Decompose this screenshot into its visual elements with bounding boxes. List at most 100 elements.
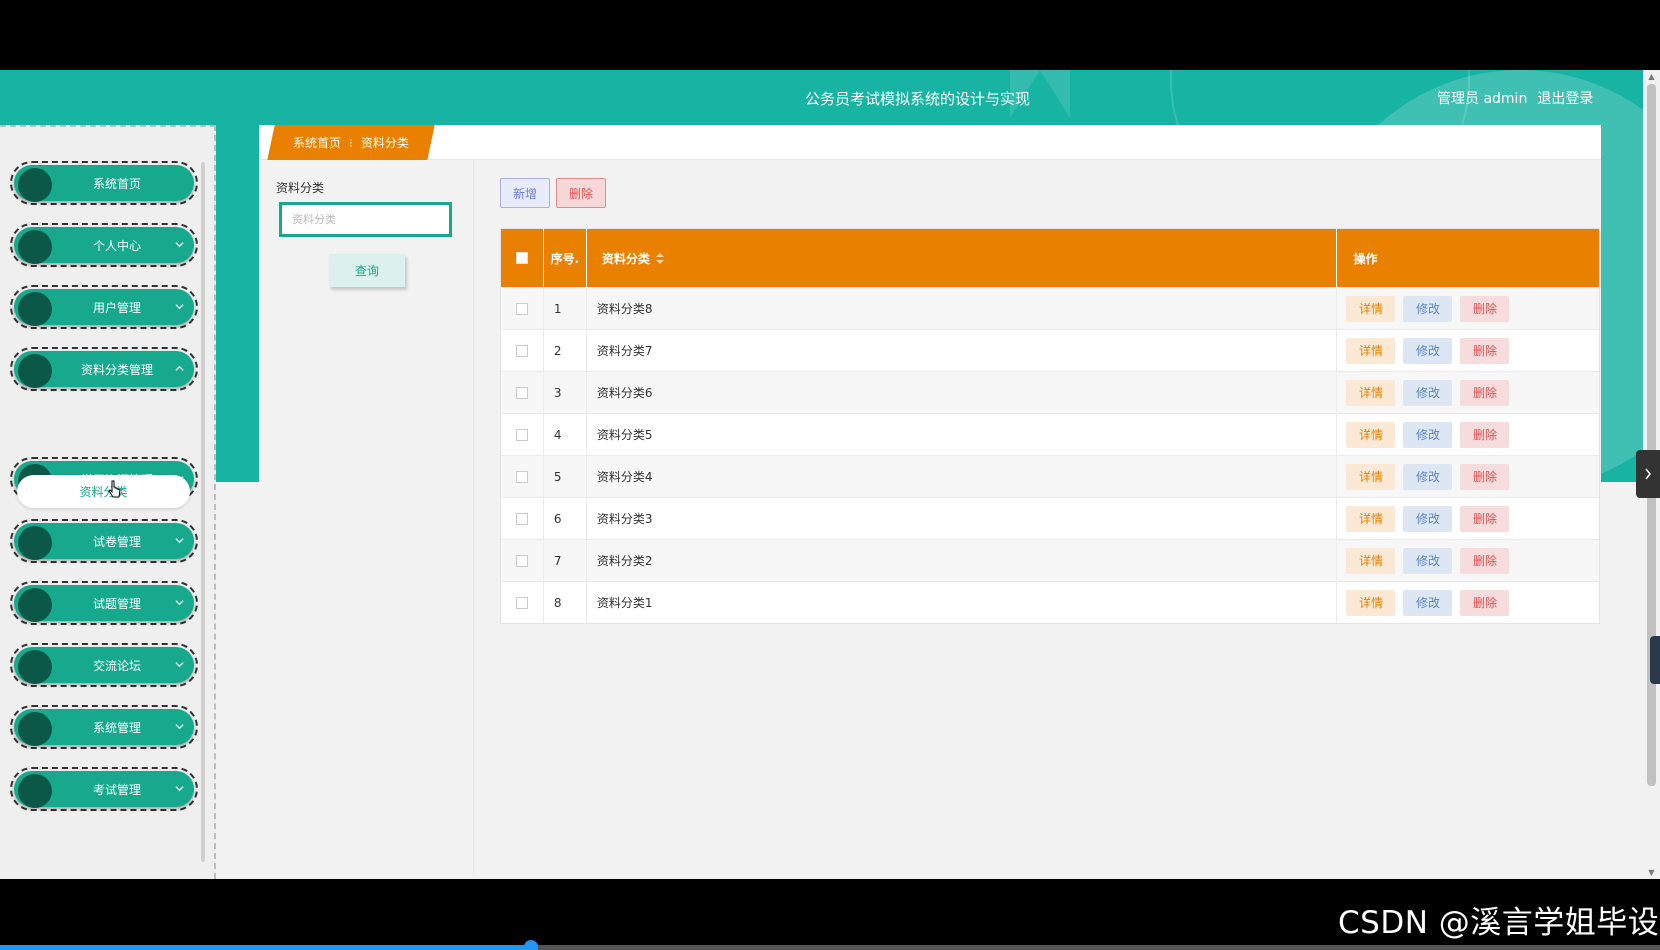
row-index: 7 [544,540,587,581]
detail-button[interactable]: 详情 [1346,589,1396,616]
search-label: 资料分类 [276,181,325,195]
query-button[interactable]: 查询 [329,254,405,287]
edit-button[interactable]: 修改 [1403,337,1453,364]
edit-button[interactable]: 修改 [1403,589,1453,616]
row-index: 6 [544,498,587,539]
sidebar-item-label: 试卷管理 [92,534,141,549]
sidebar-item-body: 个人中心 [14,227,194,264]
add-button[interactable]: 新增 [500,178,550,208]
logout-link[interactable]: 退出登录 [1537,88,1593,108]
breadcrumb-separator: ⁝ [349,135,353,150]
menu-dot-icon [18,292,52,326]
delete-button[interactable]: 删除 [1460,295,1510,322]
submenu-item-material-category[interactable]: 资料分类 [17,475,190,508]
chevron-down-icon [175,724,184,730]
menu-dot-icon [18,230,52,264]
detail-button[interactable]: 详情 [1346,463,1396,490]
row-name: 资料分类4 [587,456,1338,497]
edit-button[interactable]: 修改 [1403,295,1453,322]
sidebar-item-body: 交流论坛 [14,647,194,684]
edit-button[interactable]: 修改 [1403,547,1453,574]
row-name: 资料分类8 [587,288,1338,329]
row-checkbox[interactable] [515,554,528,567]
sidebar-item-2[interactable]: 用户管理 [10,285,198,329]
video-progress-knob[interactable] [524,940,539,950]
scroll-up-icon[interactable]: ▲ [1647,72,1656,81]
row-name: 资料分类5 [587,414,1338,455]
sidebar-item-9[interactable]: 考试管理 [10,767,198,811]
sidebar-item-label: 资料分类管理 [80,362,153,377]
menu-dot-icon [18,774,52,808]
breadcrumb-bar: 系统首页 ⁝ 资料分类 [259,125,1601,160]
delete-button[interactable]: 删除 [1460,589,1510,616]
sidebar-item-3[interactable]: 资料分类管理 [10,347,198,391]
row-checkbox[interactable] [515,596,528,609]
header-index: 序号. [544,229,587,287]
row-actions: 详情 修改 删除 [1337,498,1599,539]
row-checkbox[interactable] [515,512,528,525]
user-info: 管理员 admin 退出登录 [1437,88,1593,108]
table-row: 8 资料分类1 详情 修改 删除 [501,581,1599,623]
row-index: 8 [544,582,587,623]
batch-delete-button[interactable]: 删除 [556,178,606,208]
delete-button[interactable]: 删除 [1460,505,1510,532]
detail-button[interactable]: 详情 [1346,337,1396,364]
menu-dot-icon [18,168,52,202]
edit-button[interactable]: 修改 [1403,505,1453,532]
sidebar-item-0[interactable]: 系统首页 [10,161,198,205]
row-checkbox[interactable] [515,428,528,441]
chevron-right-icon [1645,468,1651,480]
detail-button[interactable]: 详情 [1346,379,1396,406]
main-panel: 系统首页 ⁝ 资料分类 资料分类 查询 新增 删除 [259,125,1601,879]
sidebar-item-6[interactable]: 试题管理 [10,581,198,625]
edit-button[interactable]: 修改 [1403,463,1453,490]
detail-button[interactable]: 详情 [1346,505,1396,532]
detail-button[interactable]: 详情 [1346,421,1396,448]
row-checkbox[interactable] [515,302,528,315]
header-name-label: 资料分类 [601,251,650,266]
sidebar-item-8[interactable]: 系统管理 [10,705,198,749]
table-row: 2 资料分类7 详情 修改 删除 [501,329,1599,371]
row-index: 3 [544,372,587,413]
scroll-down-icon[interactable]: ▼ [1647,868,1656,877]
select-all-checkbox[interactable] [515,252,528,264]
floating-side-handle[interactable] [1650,636,1660,684]
watermark: CSDN @溪言学姐毕设 [1338,905,1660,941]
floating-panel-toggle[interactable] [1636,450,1660,498]
table-row: 3 资料分类6 详情 修改 删除 [501,371,1599,413]
row-actions: 详情 修改 删除 [1337,540,1599,581]
delete-button[interactable]: 删除 [1460,379,1510,406]
content-area: 新增 删除 序号. 资料分类 操作 1 资料分类8 详情 修改 删除 2 资料分… [474,160,1601,879]
detail-button[interactable]: 详情 [1346,547,1396,574]
row-name: 资料分类6 [587,372,1338,413]
detail-button[interactable]: 详情 [1346,295,1396,322]
delete-button[interactable]: 删除 [1460,463,1510,490]
breadcrumb: 系统首页 ⁝ 资料分类 [267,125,435,160]
search-input[interactable] [279,202,452,237]
edit-button[interactable]: 修改 [1403,421,1453,448]
row-select-cell [501,456,544,497]
sidebar-item-body: 考试管理 [14,771,194,808]
sidebar-item-5[interactable]: 试卷管理 [10,519,198,563]
row-checkbox[interactable] [515,344,528,357]
sidebar-scrollbar[interactable] [201,162,205,862]
row-checkbox[interactable] [515,470,528,483]
sidebar-item-body: 试题管理 [14,585,194,622]
sidebar-item-body: 系统管理 [14,709,194,746]
delete-button[interactable]: 删除 [1460,421,1510,448]
table-header: 序号. 资料分类 操作 [501,229,1599,287]
sidebar-item-body: 试卷管理 [14,523,194,560]
delete-button[interactable]: 删除 [1460,547,1510,574]
breadcrumb-home[interactable]: 系统首页 [293,134,341,151]
table-row: 6 资料分类3 详情 修改 删除 [501,497,1599,539]
edit-button[interactable]: 修改 [1403,379,1453,406]
row-select-cell [501,498,544,539]
sort-icon[interactable] [655,252,664,264]
sidebar-item-1[interactable]: 个人中心 [10,223,198,267]
row-checkbox[interactable] [515,386,528,399]
delete-button[interactable]: 删除 [1460,337,1510,364]
chevron-down-icon [175,600,184,606]
sidebar-item-7[interactable]: 交流论坛 [10,643,198,687]
row-select-cell [501,414,544,455]
header-name[interactable]: 资料分类 [587,229,1338,287]
